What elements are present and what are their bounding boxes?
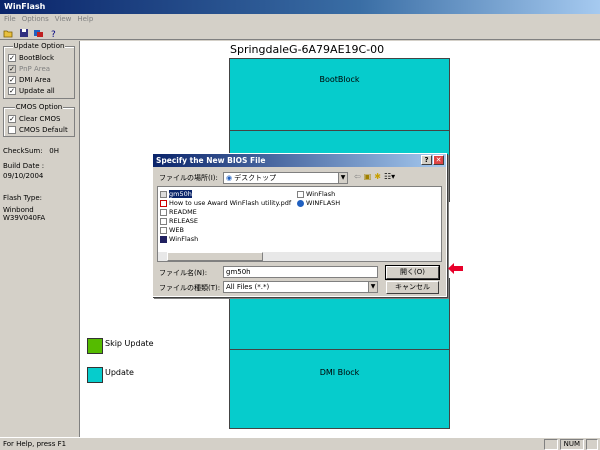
menubar: File Options View Help [0,14,600,26]
view-menu-icon[interactable]: ☷▾ [384,172,395,181]
checkbox-update-all[interactable]: ✓ Update all [8,85,55,96]
text-file-icon [160,226,167,234]
file-icon [297,190,304,198]
num-indicator: NUM [559,439,584,450]
back-icon[interactable]: ⇦ [354,172,361,181]
scrollbar-thumb[interactable] [167,252,263,261]
build-date-label: Build Date : [3,162,45,170]
open-button[interactable]: 開く(O) [385,265,440,280]
update-label: Update [105,368,134,377]
save-icon[interactable] [18,27,29,38]
build-date-value: 09/10/2004 [3,172,44,180]
menu-help[interactable]: Help [77,15,93,25]
file-item-release[interactable]: RELEASE [160,217,198,225]
bios-title: SpringdaleG-6A79AE19C-00 [230,43,385,56]
help-icon[interactable]: ? [421,155,432,165]
skip-update-swatch [87,338,103,354]
update-swatch [87,367,103,383]
svg-text:?: ? [51,30,56,38]
open-file-dialog: Specify the New BIOS File ? ✕ ファイルの場所(I)… [152,153,447,297]
update-option-group: Update Option ✓ BootBlock ✓ PnP Area ✓ DMI … [3,42,75,99]
menu-options[interactable]: Options [22,15,49,25]
help-icon[interactable]: ? [48,27,59,38]
checksum: CheckSum: 0H [3,147,59,155]
desktop-icon: ◉ [226,174,233,182]
check-icon: ✓ [8,75,16,84]
check-icon: ✓ [8,114,16,123]
menu-view[interactable]: View [55,15,72,25]
horizontal-scrollbar[interactable] [158,252,441,261]
exe-icon [160,235,167,243]
checkbox-dmi-area[interactable]: ✓ DMI Area [8,74,55,85]
left-panel: Update Option ✓ BootBlock ✓ PnP Area ✓ DMI … [0,41,78,437]
skip-update-label: Skip Update [105,339,154,348]
file-list[interactable]: gm50h How to use Award WinFlash utility.… [157,186,442,262]
cmos-option-title: CMOS Option [14,103,64,111]
status-bar: For Help, press F1 NUM [0,437,600,450]
chevron-down-icon: ▼ [338,173,347,183]
file-item-winflash[interactable]: WinFlash [297,190,335,198]
text-file-icon [160,208,167,216]
flash-type-value: Winbond W39V040FA [3,206,46,222]
update-option-title: Update Option [12,42,66,50]
pdf-icon [160,199,167,207]
status-text: For Help, press F1 [3,440,67,448]
checkbox-clear-cmos[interactable]: ✓ Clear CMOS [8,113,68,124]
bios-block-dmi[interactable]: DMI Block [229,349,450,429]
cmos-option-group: CMOS Option ✓ Clear CMOS CMOS Default [3,103,75,137]
help-file-icon [297,199,304,207]
chevron-down-icon: ▼ [368,282,377,292]
filetype-select[interactable]: All Files (*.*) ▼ [223,281,378,293]
file-item-gm50h[interactable]: gm50h [160,190,192,198]
dialog-title: Specify the New BIOS File ? ✕ [153,154,446,167]
bios-block-bootblock[interactable]: BootBlock [229,58,450,131]
file-icon [160,190,167,198]
file-item-web[interactable]: WEB [160,226,184,234]
checkbox-pnp-area: ✓ PnP Area [8,64,51,73]
cancel-button[interactable]: キャンセル [386,281,439,294]
checkbox-bootblock[interactable]: ✓ BootBlock [8,52,55,63]
window-title: WinFlash [0,0,600,14]
filetype-label: ファイルの種類(T): [159,284,221,292]
new-folder-icon[interactable]: ✱ [374,172,381,181]
look-in-select[interactable]: ◉ デスクトップ ▼ [223,172,348,184]
filename-label: ファイル名(N): [159,269,208,277]
file-item-winflash-exe[interactable]: WinFlash [160,235,198,243]
flash-icon[interactable] [33,27,44,38]
toolbar: ? [0,26,600,40]
check-icon: ✓ [8,64,16,73]
text-file-icon [160,217,167,225]
flash-type-label: Flash Type: [3,194,43,202]
open-icon[interactable] [3,27,14,38]
file-item-readme[interactable]: README [160,208,197,216]
up-folder-icon[interactable]: ▣ [364,172,372,181]
look-in-label: ファイルの場所(I): [159,174,218,182]
arrow-left-icon [448,263,463,274]
close-icon[interactable]: ✕ [433,155,444,165]
file-item-pdf[interactable]: How to use Award WinFlash utility.pdf [160,199,291,207]
check-icon: ✓ [8,86,16,95]
file-item-winflash-help[interactable]: WINFLASH [297,199,340,207]
checkbox-cmos-default[interactable]: CMOS Default [8,124,68,135]
check-icon: ✓ [8,53,16,62]
filename-input[interactable] [223,266,378,278]
menu-file[interactable]: File [4,15,16,25]
